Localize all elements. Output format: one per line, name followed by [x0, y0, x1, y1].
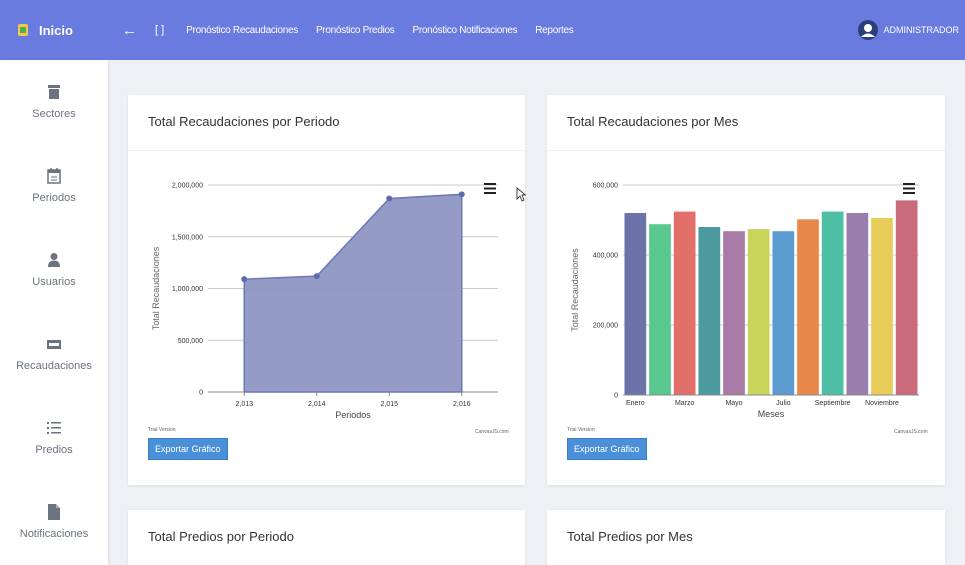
bar [821, 211, 844, 395]
export-chart-button[interactable]: Exportar Gráfico [148, 438, 228, 460]
bar [624, 213, 647, 395]
money-icon [47, 340, 61, 349]
bar [673, 211, 696, 395]
sidebar-item-label: Predios [35, 444, 73, 456]
brand-logo-icon [18, 24, 28, 36]
data-point [241, 276, 248, 283]
sidebar-item-periodos[interactable]: Periodos [0, 144, 108, 228]
bar [846, 213, 869, 395]
bar [698, 227, 721, 395]
card-title: Total Predios por Mes [567, 529, 693, 544]
sidebar-item-usuarios[interactable]: Usuarios [0, 228, 108, 312]
canvasjs-credit[interactable]: CanvasJS.com [475, 429, 509, 435]
chart-card-predios-mes: Total Predios por Mes [547, 510, 945, 565]
sidebar: Sectores Periodos Usuarios Recaudaciones [0, 60, 108, 565]
x-axis-label: Periodos [335, 410, 371, 420]
area-chart: 0 500,000 1,000,000 1,500,000 2,000,000 2,013… [151, 183, 498, 420]
divider [547, 150, 945, 151]
sidebar-item-sectores[interactable]: Sectores [0, 60, 108, 144]
x-tick-label: 2,016 [453, 401, 471, 408]
sidebar-item-label: Usuarios [32, 276, 76, 288]
sidebar-item-label: Periodos [32, 192, 76, 204]
canvasjs-credit[interactable]: CanvasJS.com [894, 429, 928, 435]
y-tick-label: 500,000 [178, 338, 203, 345]
card-title: Total Recaudaciones por Mes [567, 114, 739, 129]
y-tick-label: 400,000 [593, 253, 618, 260]
bar [772, 231, 795, 395]
data-point [386, 195, 393, 202]
sidebar-item-label: Recaudaciones [16, 360, 92, 372]
nav-links: Pronóstico Recaudaciones Pronóstico Pred… [186, 25, 574, 36]
back-arrow-icon[interactable]: ← [122, 22, 137, 39]
sidebar-item-label: Sectores [32, 108, 76, 120]
nav-pronostico-notificaciones[interactable]: Pronóstico Notificaciones [412, 25, 517, 36]
sidebar-item-recaudaciones[interactable]: Recaudaciones [0, 312, 108, 396]
bar [723, 231, 745, 395]
x-tick-label: Septiembre [815, 400, 851, 407]
trial-version-label: Trial Version [567, 427, 595, 433]
y-tick-label: 600,000 [593, 183, 618, 190]
bar-chart: 0 200,000 400,000 600,000 Enero Marzo Mayo Juli… [570, 183, 919, 419]
document-icon [48, 504, 60, 520]
export-chart-button[interactable]: Exportar Gráfico [567, 438, 647, 460]
bar [747, 229, 770, 395]
chart-card-predios-periodo: Total Predios por Periodo [128, 510, 525, 565]
x-tick-label: Julio [776, 400, 791, 407]
fullscreen-icon[interactable]: [ ] [155, 24, 164, 36]
y-axis-label: Total Recaudaciones [151, 246, 161, 330]
sidebar-item-label: Notificaciones [19, 528, 89, 540]
x-axis-label: Meses [758, 409, 785, 419]
top-navbar: Inicio ← [ ] Pronóstico Recaudaciones Pr… [0, 0, 965, 60]
chart-menu-icon[interactable] [484, 183, 496, 194]
x-tick-label: 2,015 [380, 401, 398, 408]
data-point [458, 191, 465, 198]
data-point [313, 273, 320, 280]
bar [797, 219, 819, 395]
card-title: Total Predios por Periodo [148, 529, 294, 544]
y-tick-label: 1,500,000 [172, 234, 203, 241]
calendar-icon [47, 168, 61, 184]
bar [895, 200, 918, 395]
x-tick-label: Enero [626, 400, 645, 407]
bar [649, 224, 671, 395]
user-name: ADMINISTRADOR [883, 25, 959, 35]
x-tick-label: 2,013 [235, 401, 253, 408]
user-icon [48, 253, 60, 267]
building-icon [48, 85, 60, 99]
trial-version-label: Trial Version [148, 427, 176, 433]
bar [871, 217, 893, 395]
user-avatar-icon [858, 20, 879, 40]
y-tick-label: 1,000,000 [172, 286, 203, 293]
chart-card-mes: Total Recaudaciones por Mes 0 200,000 400,… [547, 95, 945, 485]
nav-pronostico-predios[interactable]: Pronóstico Predios [316, 25, 395, 36]
x-tick-label: Mayo [725, 400, 742, 407]
nav-reportes[interactable]: Reportes [535, 25, 573, 36]
brand-label: Inicio [39, 22, 73, 38]
mouse-cursor-icon [516, 187, 526, 202]
y-tick-label: 0 [199, 390, 203, 397]
nav-pronostico-recaudaciones[interactable]: Pronóstico Recaudaciones [186, 25, 298, 36]
card-title: Total Recaudaciones por Periodo [148, 114, 340, 129]
x-tick-label: 2,014 [308, 401, 326, 408]
y-tick-label: 0 [614, 393, 618, 400]
y-tick-label: 2,000,000 [172, 183, 203, 190]
area-series [243, 193, 463, 393]
divider [128, 150, 525, 151]
x-tick-label: Marzo [675, 400, 695, 407]
sidebar-item-predios[interactable]: Predios [0, 396, 108, 480]
brand[interactable]: Inicio [0, 0, 108, 60]
y-tick-label: 200,000 [593, 323, 618, 330]
chart-menu-icon[interactable] [903, 183, 915, 194]
x-tick-label: Noviembre [865, 400, 899, 407]
user-menu[interactable]: ADMINISTRADOR [858, 0, 959, 60]
chart-card-periodo: Total Recaudaciones por Periodo 0 500,000… [128, 95, 525, 485]
list-icon [47, 422, 61, 434]
y-axis-label: Total Recaudaciones [570, 248, 580, 332]
sidebar-item-notificaciones[interactable]: Notificaciones [0, 480, 108, 564]
